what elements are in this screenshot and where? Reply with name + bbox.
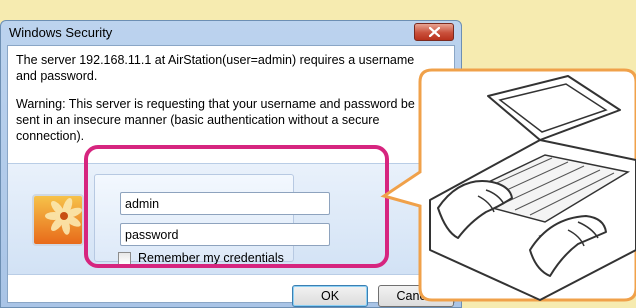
cancel-button[interactable]: Cancel [378,285,454,307]
ok-button[interactable]: OK [292,285,368,307]
dialog-title: Windows Security [9,25,113,40]
dialog-body: The server 192.168.11.1 at AirStation(us… [7,45,455,307]
title-bar: Windows Security [1,21,461,45]
close-button[interactable] [414,23,454,41]
credential-panel [94,174,294,262]
windows-security-dialog: Windows Security The server 192.168.11.1… [0,20,462,308]
user-tile-icon [32,194,84,246]
username-field[interactable]: admin [120,192,330,215]
remember-label: Remember my credentials [138,251,284,265]
password-field[interactable]: password [120,223,330,246]
remember-checkbox[interactable] [118,252,131,265]
server-message: The server 192.168.11.1 at AirStation(us… [16,53,415,83]
close-icon [429,27,440,37]
credential-band: admin password Remember my credentials [8,163,454,275]
warning-message: Warning: This server is requesting that … [16,97,415,143]
